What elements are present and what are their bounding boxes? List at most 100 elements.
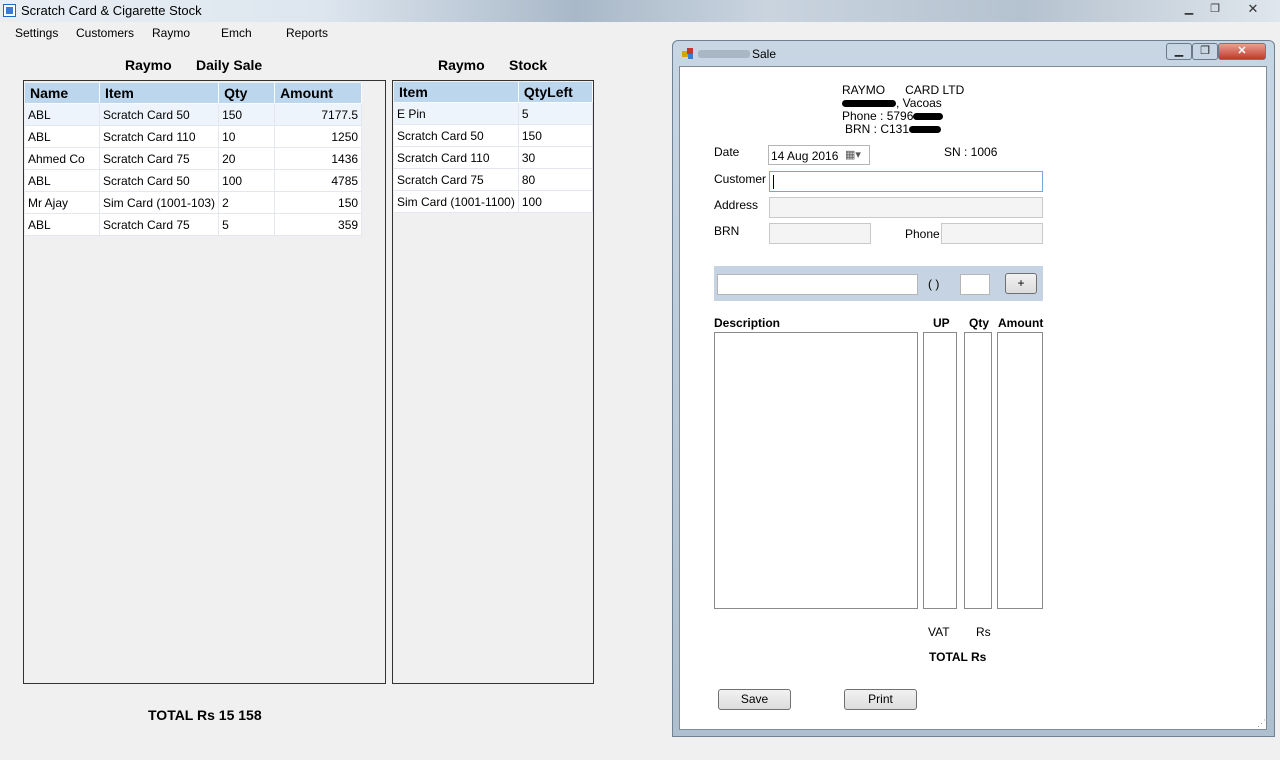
cell-qtyleft[interactable]: 100 — [518, 190, 594, 213]
phone-label: Phone — [905, 227, 940, 241]
phone-field[interactable] — [941, 223, 1043, 244]
cell-amount[interactable]: 4785 — [274, 169, 363, 192]
cell-item[interactable]: Sim Card (1001-1100) — [394, 190, 519, 213]
daily-sale-table: Name Item Qty Amount ABL Scratch Card 50… — [25, 83, 363, 236]
total-label: TOTAL Rs — [929, 650, 987, 664]
cell-qty[interactable]: 5 — [218, 213, 276, 236]
item-search-input[interactable] — [717, 274, 918, 295]
stock-grid[interactable]: Item QtyLeft E Pin 5 Scratch Card 50 150… — [392, 80, 594, 684]
cell-amount[interactable]: 1436 — [274, 147, 363, 170]
cell-item[interactable]: Scratch Card 75 — [394, 168, 519, 191]
column-header-item[interactable]: Item — [394, 82, 519, 103]
cell-qty[interactable]: 20 — [218, 147, 276, 170]
cell-qty[interactable]: 150 — [218, 103, 276, 126]
column-up-label: UP — [933, 316, 950, 330]
cell-name[interactable]: ABL — [25, 125, 100, 148]
menu-emch[interactable]: Emch — [221, 26, 252, 40]
column-header-qty[interactable]: Qty — [218, 83, 276, 104]
column-header-name[interactable]: Name — [25, 83, 100, 104]
menu-raymo[interactable]: Raymo — [152, 26, 190, 40]
minimize-icon[interactable]: ▁ — [1166, 43, 1192, 60]
table-row[interactable]: Scratch Card 75 80 — [394, 168, 594, 191]
column-header-qtyleft[interactable]: QtyLeft — [518, 82, 594, 103]
address-suffix: , Vacoas — [896, 96, 942, 110]
calendar-icon[interactable]: ▦▾ — [845, 148, 861, 161]
company-brn: BRN : C131 — [845, 122, 942, 136]
cell-amount[interactable]: 150 — [274, 191, 363, 214]
brn-field[interactable] — [769, 223, 871, 244]
column-header-amount[interactable]: Amount — [274, 83, 363, 104]
daily-sale-grid[interactable]: Name Item Qty Amount ABL Scratch Card 50… — [23, 80, 386, 684]
menu-settings[interactable]: Settings — [15, 26, 58, 40]
cell-name[interactable]: Ahmed Co — [25, 147, 100, 170]
qty-list[interactable] — [964, 332, 992, 609]
minimize-icon[interactable]: ▁ — [1177, 1, 1201, 18]
cell-item[interactable]: Scratch Card 110 — [394, 146, 519, 169]
company-phone: Phone : 5796 — [842, 109, 944, 123]
company-name: RAYMO CARD LTD — [842, 83, 965, 97]
cell-item[interactable]: Scratch Card 50 — [99, 169, 220, 192]
cell-qtyleft[interactable]: 30 — [518, 146, 594, 169]
cell-qty[interactable]: 2 — [218, 191, 276, 214]
resize-grip-icon[interactable]: ⋰ — [1257, 718, 1266, 729]
unit-price-list[interactable] — [923, 332, 957, 609]
cell-name[interactable]: ABL — [25, 213, 100, 236]
daily-sale-heading-right: Daily Sale — [196, 57, 263, 73]
address-label: Address — [714, 198, 759, 212]
menu-customers[interactable]: Customers — [76, 26, 134, 40]
vat-label: VAT — [928, 625, 950, 639]
column-qty-label: Qty — [969, 316, 990, 330]
item-qty-input[interactable] — [960, 274, 990, 295]
cell-item[interactable]: Scratch Card 110 — [99, 125, 220, 148]
cell-item[interactable]: E Pin — [394, 102, 519, 125]
brn-text: BRN : C131 — [845, 122, 910, 136]
cell-amount[interactable]: 359 — [274, 213, 363, 236]
address-field[interactable] — [769, 197, 1043, 218]
daily-sale-total: TOTAL Rs 15 158 — [148, 707, 262, 723]
date-picker[interactable]: 14 Aug 2016 ▦▾ — [768, 145, 870, 165]
redacted-brn — [909, 126, 942, 134]
description-list[interactable] — [714, 332, 918, 609]
table-row[interactable]: ABL Scratch Card 110 10 1250 — [25, 125, 363, 148]
table-row[interactable]: Ahmed Co Scratch Card 75 20 1436 — [25, 147, 363, 170]
stock-heading-left: Raymo — [438, 57, 485, 73]
close-icon[interactable]: ✕ — [1241, 1, 1265, 18]
table-row[interactable]: ABL Scratch Card 75 5 359 — [25, 213, 363, 236]
customer-input[interactable] — [769, 171, 1043, 192]
column-header-item[interactable]: Item — [99, 83, 220, 104]
cell-amount[interactable]: 7177.5 — [274, 103, 363, 126]
cell-qtyleft[interactable]: 80 — [518, 168, 594, 191]
cell-item[interactable]: Scratch Card 75 — [99, 213, 220, 236]
cell-qty[interactable]: 10 — [218, 125, 276, 148]
stock-table: Item QtyLeft E Pin 5 Scratch Card 50 150… — [394, 82, 594, 213]
cell-qty[interactable]: 100 — [218, 169, 276, 192]
cell-name[interactable]: Mr Ajay — [25, 191, 100, 214]
company-address: , Vacoas — [842, 96, 942, 110]
cell-amount[interactable]: 1250 — [274, 125, 363, 148]
amount-list[interactable] — [997, 332, 1043, 609]
date-label: Date — [714, 145, 740, 159]
cell-item[interactable]: Scratch Card 50 — [394, 124, 519, 147]
restore-icon[interactable]: ❐ — [1192, 43, 1218, 60]
save-button[interactable]: Save — [718, 689, 791, 710]
table-row[interactable]: ABL Scratch Card 50 150 7177.5 — [25, 103, 363, 126]
cell-item[interactable]: Scratch Card 75 — [99, 147, 220, 170]
menu-reports[interactable]: Reports — [286, 26, 328, 40]
restore-icon[interactable]: ❐ — [1203, 1, 1227, 18]
table-row[interactable]: ABL Scratch Card 50 100 4785 — [25, 169, 363, 192]
close-icon[interactable]: ✕ — [1218, 43, 1266, 60]
cell-qtyleft[interactable]: 150 — [518, 124, 594, 147]
serial-number: SN : 1006 — [944, 145, 998, 159]
cell-item[interactable]: Sim Card (1001-103) — [99, 191, 220, 214]
print-button[interactable]: Print — [844, 689, 917, 710]
table-row[interactable]: Sim Card (1001-1100) 100 — [394, 190, 594, 213]
cell-name[interactable]: ABL — [25, 169, 100, 192]
table-row[interactable]: Scratch Card 110 30 — [394, 146, 594, 169]
table-row[interactable]: E Pin 5 — [394, 102, 594, 125]
table-row[interactable]: Scratch Card 50 150 — [394, 124, 594, 147]
cell-item[interactable]: Scratch Card 50 — [99, 103, 220, 126]
cell-qtyleft[interactable]: 5 — [518, 102, 594, 125]
table-row[interactable]: Mr Ajay Sim Card (1001-103) 2 150 — [25, 191, 363, 214]
cell-name[interactable]: ABL — [25, 103, 100, 126]
add-item-button[interactable]: + — [1005, 273, 1037, 294]
